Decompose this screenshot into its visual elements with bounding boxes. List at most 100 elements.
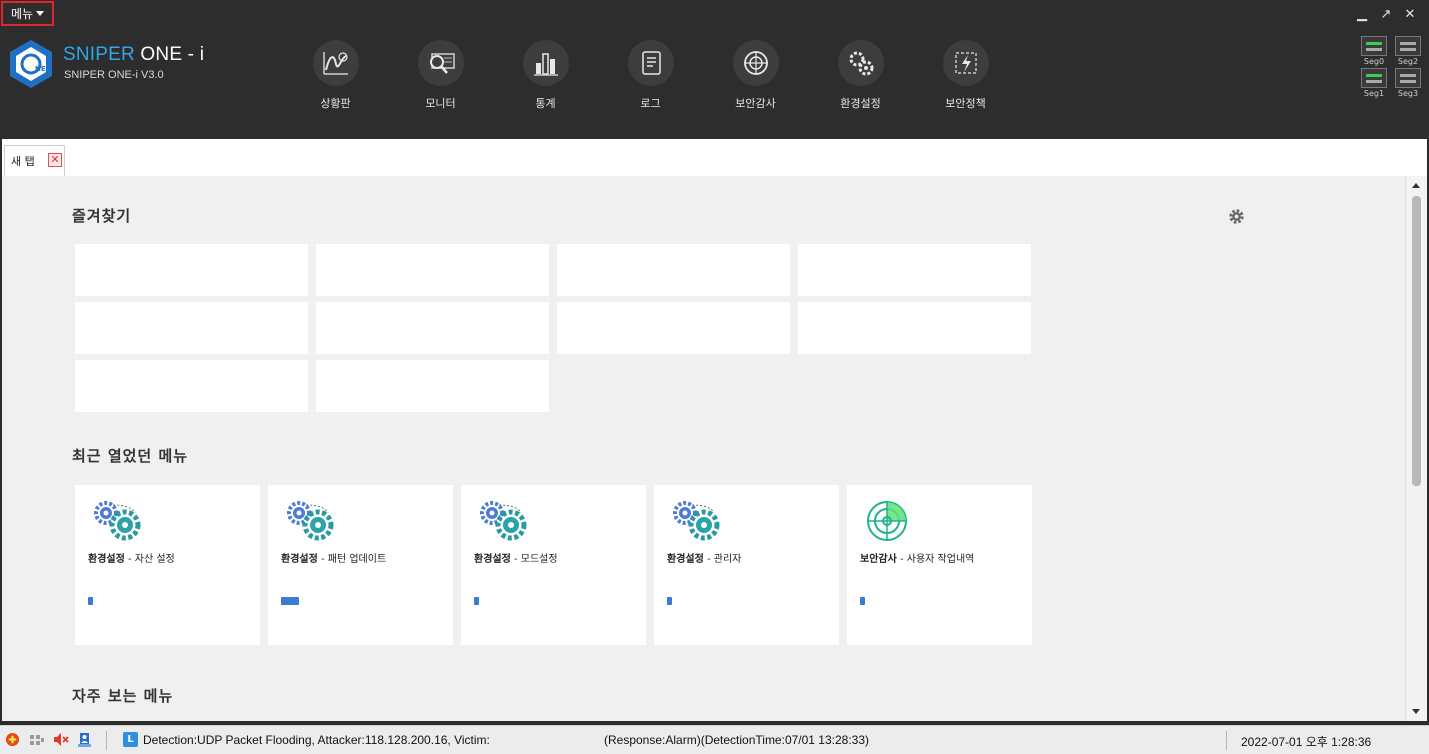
segment-status-icon — [1361, 68, 1387, 88]
nav-dashboard[interactable]: 상황판 — [283, 40, 388, 111]
favorite-slot[interactable] — [75, 244, 308, 296]
recent-menu-category: 환경설정 — [667, 554, 704, 565]
security-audit-icon — [732, 40, 779, 86]
recent-menu-card[interactable]: 환경설정 - 자산 설정 — [75, 485, 260, 645]
vertical-scrollbar[interactable] — [1405, 176, 1427, 721]
tab-label: 새 탭 — [11, 155, 35, 168]
minimize-icon[interactable]: ▁ — [1355, 8, 1369, 22]
segment-seg1[interactable]: Seg1 — [1359, 68, 1389, 98]
security-policy-icon — [942, 40, 989, 86]
alert-icon[interactable] — [4, 731, 21, 748]
segment-label: Seg3 — [1397, 89, 1419, 98]
usage-bar — [88, 597, 93, 605]
brand-title-accent: SNIPER — [63, 44, 135, 65]
dashboard-icon — [312, 40, 359, 86]
recent-menu-title: 환경설정 - 모드설정 — [474, 550, 558, 565]
recent-menu-name: - 사용자 작업내역 — [896, 554, 975, 565]
usage-bar — [474, 597, 479, 605]
favorites-title: 즐겨찾기 — [72, 207, 132, 225]
favorite-slot[interactable] — [75, 302, 308, 354]
favorite-slot[interactable] — [75, 360, 308, 412]
brand-subtitle: SNIPER ONE-i V3.0 — [64, 69, 164, 81]
status-icons — [4, 731, 93, 748]
brand-title-rest: ONE - i — [134, 44, 205, 65]
svg-text:NE: NE — [35, 65, 46, 73]
settings-icon — [837, 40, 884, 86]
recent-menu-category: 보안감사 — [860, 554, 897, 565]
recent-menu-title: 환경설정 - 패턴 업데이트 — [281, 550, 386, 565]
nav-label-log: 로그 — [640, 97, 661, 110]
recent-menu-card[interactable]: 환경설정 - 패턴 업데이트 — [268, 485, 453, 645]
segment-status-icon — [1361, 36, 1387, 56]
nav-label-monitor: 모니터 — [425, 97, 456, 110]
usage-bar — [667, 597, 672, 605]
scroll-up-icon[interactable] — [1412, 183, 1420, 188]
favorite-slot[interactable] — [798, 302, 1031, 354]
close-tab-icon[interactable]: ✕ — [48, 153, 62, 167]
recent-menu-name: - 패턴 업데이트 — [317, 554, 387, 565]
favorite-slot[interactable] — [557, 302, 790, 354]
main-nav: 상황판 모니터 통계 로그 보안감사 환경설정 보안정책 — [283, 40, 1018, 111]
recent-menu-category: 환경설정 — [474, 554, 511, 565]
nav-label-security-policy: 보안정책 — [945, 97, 986, 110]
usage-bar — [860, 597, 865, 605]
log-icon — [627, 40, 674, 86]
nav-statistics[interactable]: 통계 — [493, 40, 598, 111]
recent-menu-category: 환경설정 — [281, 554, 318, 565]
segment-status-icon — [1395, 36, 1421, 56]
scroll-thumb[interactable] — [1412, 196, 1421, 486]
detection-response: (Response:Alarm)(DetectionTime:07/01 13:… — [604, 733, 870, 747]
recent-menu-card[interactable]: 환경설정 - 관리자 — [654, 485, 839, 645]
segment-panel: Seg0 Seg2 Seg1 Seg3 — [1359, 36, 1423, 98]
gear-icon[interactable] — [1228, 208, 1245, 225]
gears-icon — [94, 501, 141, 541]
status-divider — [1226, 731, 1227, 750]
tab-new[interactable]: 새 탭 ✕ — [4, 145, 65, 176]
nav-label-dashboard: 상황판 — [320, 97, 351, 110]
monitor-icon — [417, 40, 464, 86]
nav-security-audit[interactable]: 보안감사 — [703, 40, 808, 111]
recent-menu-title: 보안감사 - 사용자 작업내역 — [860, 550, 974, 565]
recent-menu-card[interactable]: 보안감사 - 사용자 작업내역 — [847, 485, 1032, 645]
window-controls: ▁ ↗ ✕ — [1355, 8, 1417, 22]
recent-title: 최근 열었던 메뉴 — [72, 447, 189, 465]
favorite-slot[interactable] — [316, 244, 549, 296]
usage-bar — [281, 597, 299, 605]
header-bar: 메뉴 NE SNIPER ONE - i SNIPER ONE-i V3.0 상… — [0, 0, 1429, 139]
close-icon[interactable]: ✕ — [1403, 8, 1417, 22]
chevron-down-icon — [36, 11, 45, 16]
scroll-down-icon[interactable] — [1412, 709, 1420, 714]
nav-log[interactable]: 로그 — [598, 40, 703, 111]
home-content: 즐겨찾기 최근 열었던 메뉴 환경설정 - 자산 설정 환경설정 - 패턴 업데… — [2, 176, 1407, 721]
maximize-icon[interactable]: ↗ — [1379, 8, 1393, 22]
favorite-slot[interactable] — [798, 244, 1031, 296]
segment-label: Seg1 — [1363, 89, 1385, 98]
nav-monitor[interactable]: 모니터 — [388, 40, 493, 111]
favorite-slot[interactable] — [316, 360, 549, 412]
frequent-title: 자주 보는 메뉴 — [72, 687, 174, 705]
nav-label-statistics: 통계 — [535, 97, 556, 110]
nav-settings[interactable]: 환경설정 — [808, 40, 913, 111]
segment-seg2[interactable]: Seg2 — [1393, 36, 1423, 66]
segment-status-icon — [1395, 68, 1421, 88]
main-menu-button[interactable]: 메뉴 — [1, 1, 54, 26]
nav-label-settings: 환경설정 — [840, 97, 881, 110]
tab-strip: 새 탭 ✕ — [0, 139, 1429, 176]
user-info-icon[interactable] — [76, 731, 93, 748]
sniper-logo-icon: NE — [10, 40, 52, 88]
network-icon[interactable] — [28, 731, 45, 748]
favorite-slot[interactable] — [316, 302, 549, 354]
recent-menu-title: 환경설정 - 관리자 — [667, 550, 741, 565]
nav-label-security-audit: 보안감사 — [735, 97, 776, 110]
gears-icon — [480, 501, 527, 541]
favorite-slot[interactable] — [557, 244, 790, 296]
recent-menu-card[interactable]: 환경설정 - 모드설정 — [461, 485, 646, 645]
mute-icon[interactable] — [52, 731, 69, 748]
log-level-badge: L — [123, 732, 138, 747]
status-datetime: 2022-07-01 오후 1:28:36 — [1241, 735, 1372, 749]
segment-label: Seg2 — [1397, 57, 1419, 66]
segment-seg0[interactable]: Seg0 — [1359, 36, 1389, 66]
nav-security-policy[interactable]: 보안정책 — [913, 40, 1018, 111]
main-menu-label: 메뉴 — [10, 7, 34, 21]
segment-seg3[interactable]: Seg3 — [1393, 68, 1423, 98]
